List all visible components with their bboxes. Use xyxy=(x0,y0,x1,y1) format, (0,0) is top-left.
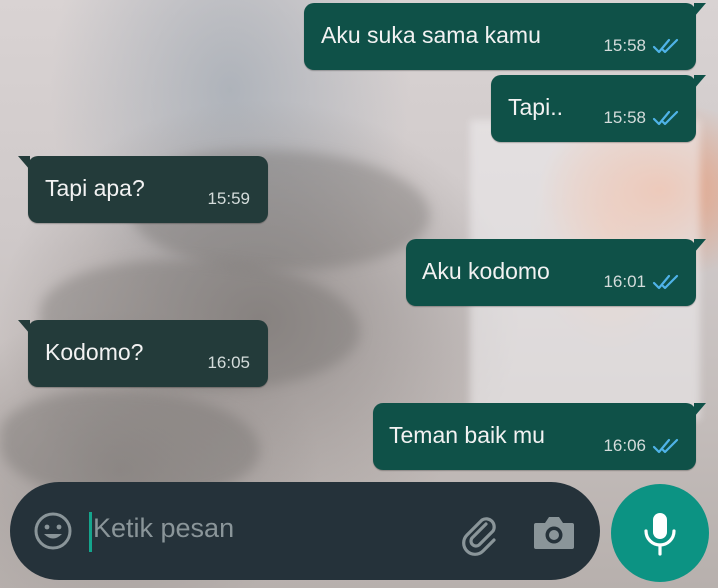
microphone-icon xyxy=(644,513,676,556)
message-text: Tapi apa? xyxy=(45,175,145,201)
read-ticks-icon xyxy=(652,274,679,290)
message-input-bar[interactable]: Ketik pesan xyxy=(10,482,600,580)
message-time: 16:05 xyxy=(207,353,250,372)
message-text: Tapi.. xyxy=(508,94,563,120)
message-meta: 15:58 xyxy=(603,108,682,128)
emoji-icon[interactable] xyxy=(32,510,74,552)
message-meta: 16:01 xyxy=(603,272,682,292)
message-meta: 15:59 xyxy=(207,189,250,209)
read-ticks-icon xyxy=(652,110,679,126)
message-meta: 15:58 xyxy=(603,36,682,56)
message-bubble-incoming[interactable]: Kodomo? 16:05 xyxy=(18,320,268,387)
message-bubble-outgoing[interactable]: Aku kodomo 16:01 xyxy=(406,239,706,306)
message-input-placeholder[interactable]: Ketik pesan xyxy=(93,513,234,544)
read-ticks-icon xyxy=(652,38,679,54)
message-time: 16:06 xyxy=(603,436,646,455)
camera-icon[interactable] xyxy=(532,512,576,552)
message-bubble-outgoing[interactable]: Aku suka sama kamu 15:58 xyxy=(304,3,706,70)
message-text: Kodomo? xyxy=(45,339,144,365)
message-time: 15:59 xyxy=(207,189,250,208)
paperclip-icon[interactable] xyxy=(456,510,502,556)
message-text: Aku suka sama kamu xyxy=(321,22,541,48)
message-time: 16:01 xyxy=(603,272,646,291)
message-meta: 16:06 xyxy=(603,436,682,456)
read-ticks-icon xyxy=(652,438,679,454)
microphone-button[interactable] xyxy=(611,484,709,582)
message-meta: 16:05 xyxy=(207,353,250,373)
chat-screen: Aku suka sama kamu 15:58 Tapi.. 15:58 Ta… xyxy=(0,0,718,588)
text-cursor xyxy=(89,512,92,552)
message-time: 15:58 xyxy=(603,36,646,55)
message-bubble-outgoing[interactable]: Tapi.. 15:58 xyxy=(491,75,706,142)
message-text: Aku kodomo xyxy=(422,258,550,284)
message-bubble-incoming[interactable]: Tapi apa? 15:59 xyxy=(18,156,268,223)
message-time: 15:58 xyxy=(603,108,646,127)
message-bubble-outgoing[interactable]: Teman baik mu 16:06 xyxy=(373,403,706,470)
message-text: Teman baik mu xyxy=(389,422,545,448)
